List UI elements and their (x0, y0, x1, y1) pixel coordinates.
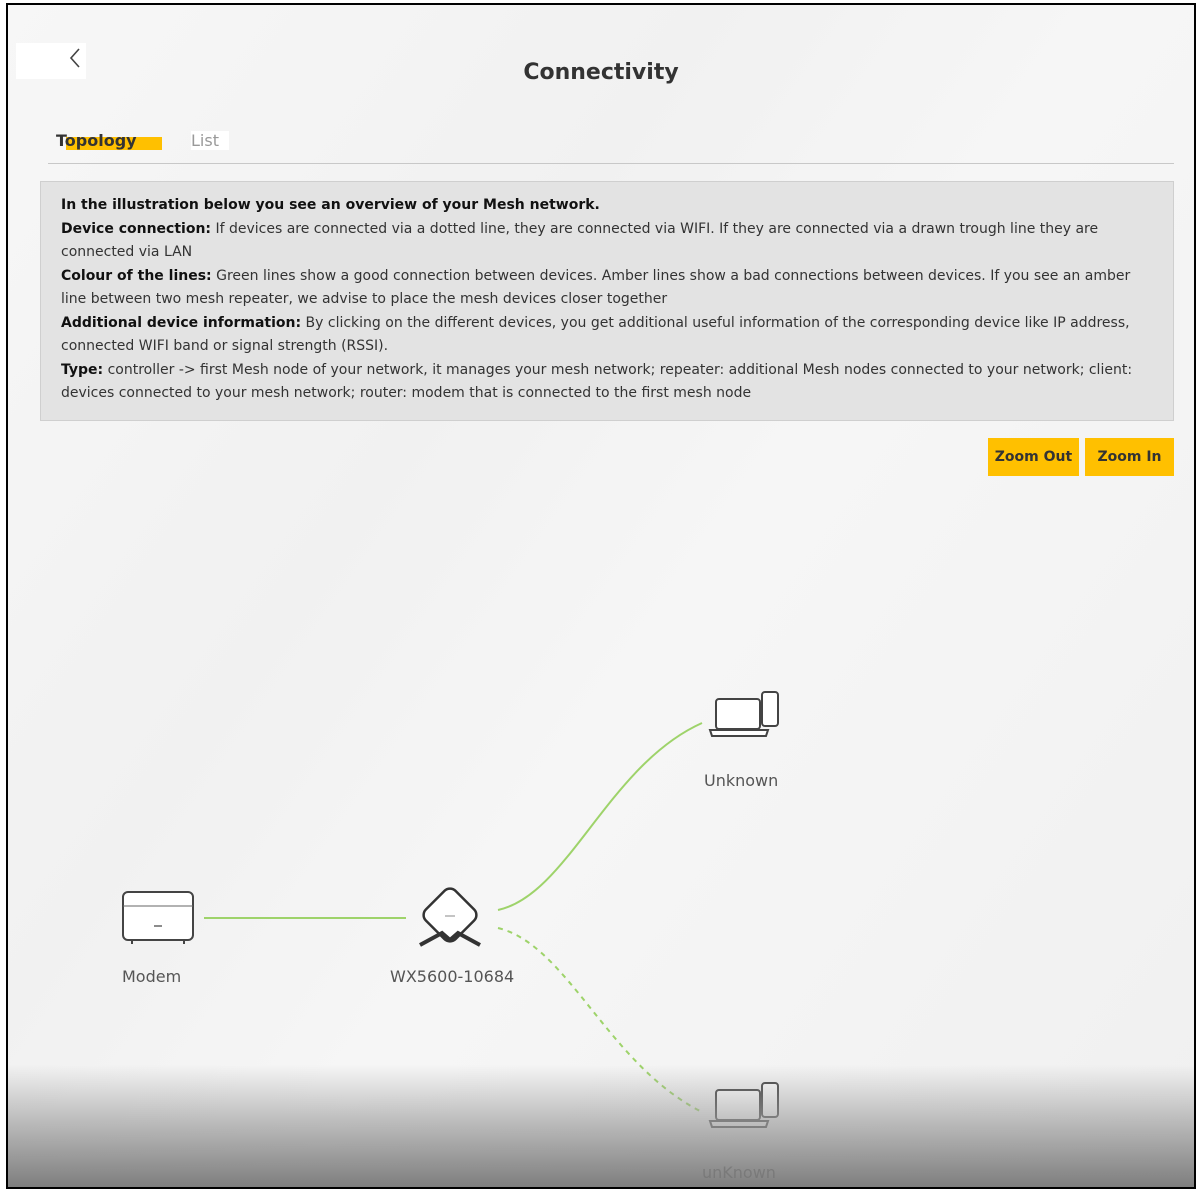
node-label-client2: unKnown (702, 1163, 776, 1182)
mesh-router-icon[interactable] (412, 885, 492, 955)
link-controller-client1 (497, 722, 703, 911)
laptop-phone-icon[interactable] (708, 690, 784, 740)
tab-topology[interactable]: Topology (56, 131, 162, 150)
topology-canvas: Modem WX5600-10684 Unknown unKnown (8, 5, 1194, 1187)
tab-topology-label: Topology (56, 131, 137, 150)
node-label-client1: Unknown (704, 771, 779, 790)
connectivity-page: Connectivity Topology List In the illust… (6, 3, 1196, 1189)
node-label-controller: WX5600-10684 (390, 967, 515, 986)
node-label-modem: Modem (122, 967, 182, 986)
topology-links (204, 722, 703, 1113)
laptop-phone-icon[interactable] (708, 1081, 784, 1131)
modem-icon[interactable] (120, 888, 196, 946)
link-controller-client2 (497, 927, 703, 1113)
